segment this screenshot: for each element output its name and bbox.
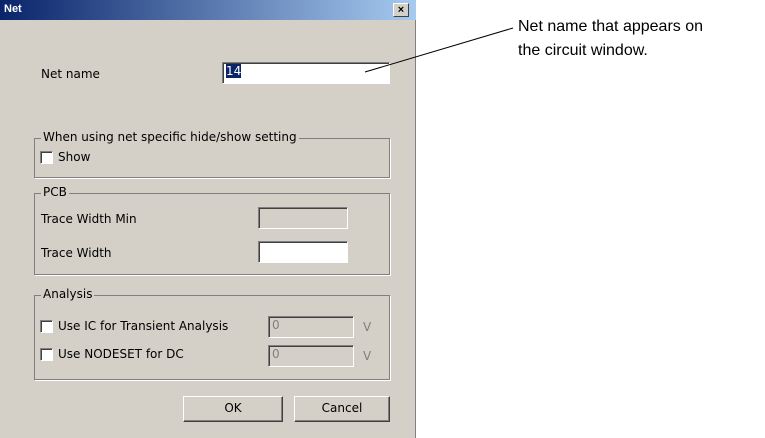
callout-line: [364, 27, 514, 73]
callout-text-line2: the circuit window.: [518, 42, 648, 59]
callout-text-line1: Net name that appears on: [518, 18, 704, 35]
callout-annotation: Net name that appears on the circuit win…: [518, 15, 763, 63]
